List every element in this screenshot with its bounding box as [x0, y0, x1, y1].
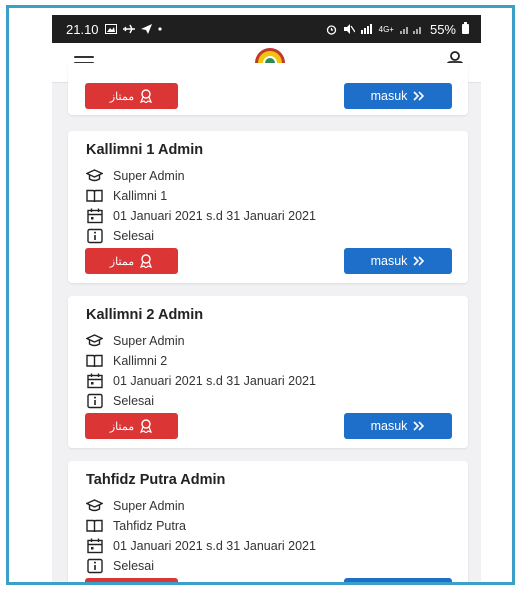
info-icon	[86, 392, 103, 409]
status-right: 4G+ 55%	[326, 22, 469, 37]
role-row: Super Admin	[86, 332, 185, 349]
period-text: 01 Januari 2021 s.d 31 Januari 2021	[113, 208, 316, 223]
mumtaz-button[interactable]: ممتاز	[85, 248, 178, 274]
calendar-icon	[86, 207, 103, 224]
course-card: ممتاز masuk	[68, 63, 468, 115]
status-bar: 21.10 4G+ 55%	[52, 15, 481, 43]
dot-icon	[157, 27, 162, 31]
status-left: 21.10	[66, 22, 162, 37]
mumtaz-button[interactable]: ممتاز	[85, 578, 178, 586]
double-chevron-right-icon	[413, 421, 425, 431]
masuk-label: masuk	[370, 419, 408, 433]
airplane-icon	[122, 24, 135, 34]
calendar-icon	[86, 537, 103, 554]
award-icon	[139, 584, 153, 585]
status-row: Selesai	[86, 392, 154, 409]
role-row: Super Admin	[86, 497, 185, 514]
award-icon	[140, 254, 153, 268]
masuk-button[interactable]: masuk	[344, 248, 452, 274]
book-icon	[86, 187, 103, 204]
calendar-icon	[86, 372, 103, 389]
status-text: Selesai	[113, 393, 154, 408]
info-icon	[86, 557, 103, 574]
masuk-label: masuk	[370, 89, 408, 103]
program-text: Kallimni 2	[113, 353, 168, 368]
role-text: Super Admin	[113, 498, 185, 513]
battery-level: 55%	[429, 21, 456, 37]
program-row: Tahfidz Putra	[86, 517, 186, 534]
masuk-label: masuk	[370, 254, 408, 268]
period-row: 01 Januari 2021 s.d 31 Januari 2021	[86, 207, 316, 224]
award-icon	[140, 419, 153, 433]
status-text: Selesai	[113, 558, 154, 573]
mumtaz-button[interactable]: ممتاز	[85, 413, 178, 439]
alarm-icon	[326, 24, 337, 35]
book-icon	[86, 517, 103, 534]
battery-icon	[462, 22, 469, 34]
role-text: Super Admin	[113, 333, 185, 348]
program-row: Kallimni 1	[86, 187, 167, 204]
double-chevron-right-icon	[413, 91, 425, 101]
course-title: Kallimni 2 Admin	[86, 307, 204, 323]
clock: 21.10	[66, 21, 99, 37]
mumtaz-label: ممتاز	[109, 255, 135, 268]
gallery-icon	[104, 24, 117, 34]
award-icon	[140, 89, 153, 103]
period-row: 01 Januari 2021 s.d 31 Januari 2021	[86, 372, 316, 389]
screenshot-frame: 21.10 4G+ 55% ممتاز masuk Kallimni 1 Adm…	[6, 5, 515, 585]
send-icon	[140, 24, 152, 34]
period-text: 01 Januari 2021 s.d 31 Januari 2021	[113, 373, 316, 388]
masuk-button[interactable]: masuk	[344, 413, 452, 439]
course-title: Tahfidz Putra Admin	[86, 472, 226, 488]
course-card: Kallimni 2 Admin Super Admin Kallimni 2	[68, 296, 468, 448]
role-text: Super Admin	[113, 168, 185, 183]
mumtaz-label: ممتاز	[109, 420, 135, 433]
status-row: Selesai	[86, 227, 154, 244]
role-row: Super Admin	[86, 167, 185, 184]
network-type: 4G+	[378, 24, 394, 34]
signal-icon	[399, 24, 424, 34]
program-row: Kallimni 2	[86, 352, 167, 369]
double-chevron-right-icon	[413, 256, 425, 266]
book-icon	[86, 352, 103, 369]
period-row: 01 Januari 2021 s.d 31 Januari 2021	[86, 537, 316, 554]
mumtaz-label: ممتاز	[110, 585, 134, 586]
program-text: Tahfidz Putra	[113, 518, 186, 533]
masuk-button[interactable]: masuk	[344, 578, 452, 585]
course-title: Kallimni 1 Admin	[86, 142, 204, 158]
mumtaz-label: ممتاز	[109, 90, 135, 103]
status-text: Selesai	[113, 228, 154, 243]
graduation-cap-icon	[86, 332, 103, 349]
graduation-cap-icon	[86, 497, 103, 514]
course-card: Kallimni 1 Admin Super Admin Kallimni 1	[68, 131, 468, 283]
program-text: Kallimni 1	[113, 188, 168, 203]
status-row: Selesai	[86, 557, 154, 574]
course-card: Tahfidz Putra Admin Super Admin Tahfidz …	[68, 461, 468, 586]
masuk-button[interactable]: masuk	[344, 83, 452, 109]
graduation-cap-icon	[86, 167, 103, 184]
mumtaz-button[interactable]: ممتاز	[85, 83, 178, 109]
period-text: 01 Januari 2021 s.d 31 Januari 2021	[113, 538, 316, 553]
info-icon	[86, 227, 103, 244]
mute-icon	[343, 24, 355, 34]
network-icon	[360, 24, 373, 34]
masuk-label: masuk	[371, 584, 408, 585]
phone-screen: 21.10 4G+ 55% ممتاز masuk Kallimni 1 Adm…	[52, 15, 481, 586]
